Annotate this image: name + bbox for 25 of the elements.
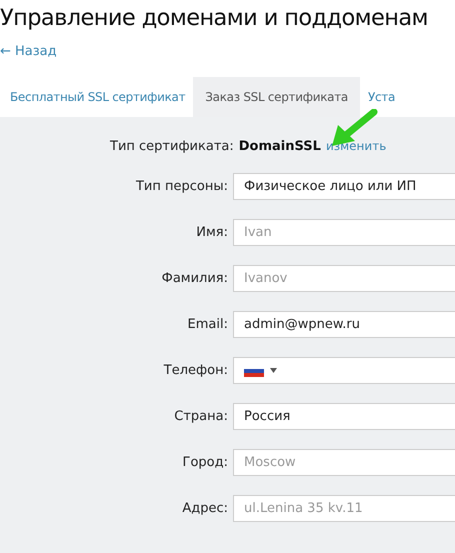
field-label: Город:: [182, 455, 228, 470]
change-link[interactable]: изменить: [326, 139, 386, 153]
field-label: Email:: [186, 317, 228, 332]
certificate-value: DomainSSL: [238, 139, 321, 154]
back-link[interactable]: ← Назад: [0, 44, 57, 59]
phone-field[interactable]: [233, 357, 455, 384]
select-field[interactable]: Россия: [233, 403, 455, 430]
field-label: Имя:: [195, 225, 228, 240]
input-field[interactable]: Ivanov: [233, 265, 455, 292]
input-field[interactable]: Ivan: [233, 219, 455, 246]
field-label: Адрес:: [181, 501, 228, 516]
field-label: Фамилия:: [160, 271, 228, 286]
certificate-label: Тип сертификата:: [110, 139, 234, 154]
caret-icon: [270, 368, 277, 373]
select-field[interactable]: Физическое лицо или ИП: [233, 173, 455, 200]
field-label: Тип персоны:: [134, 179, 228, 194]
input-field[interactable]: Moscow: [233, 449, 455, 476]
field-label: Страна:: [173, 409, 228, 424]
input-field[interactable]: ul.Lenina 35 kv.11: [233, 495, 455, 522]
input-field[interactable]: admin@wpnew.ru: [233, 311, 455, 338]
page-title: Управление доменами и поддоменам: [0, 4, 429, 33]
tab[interactable]: Уста: [362, 77, 402, 117]
tab[interactable]: Заказ SSL сертификата: [193, 77, 360, 117]
tab[interactable]: Бесплатный SSL сертификат: [4, 77, 192, 117]
field-label: Телефон:: [162, 363, 228, 378]
